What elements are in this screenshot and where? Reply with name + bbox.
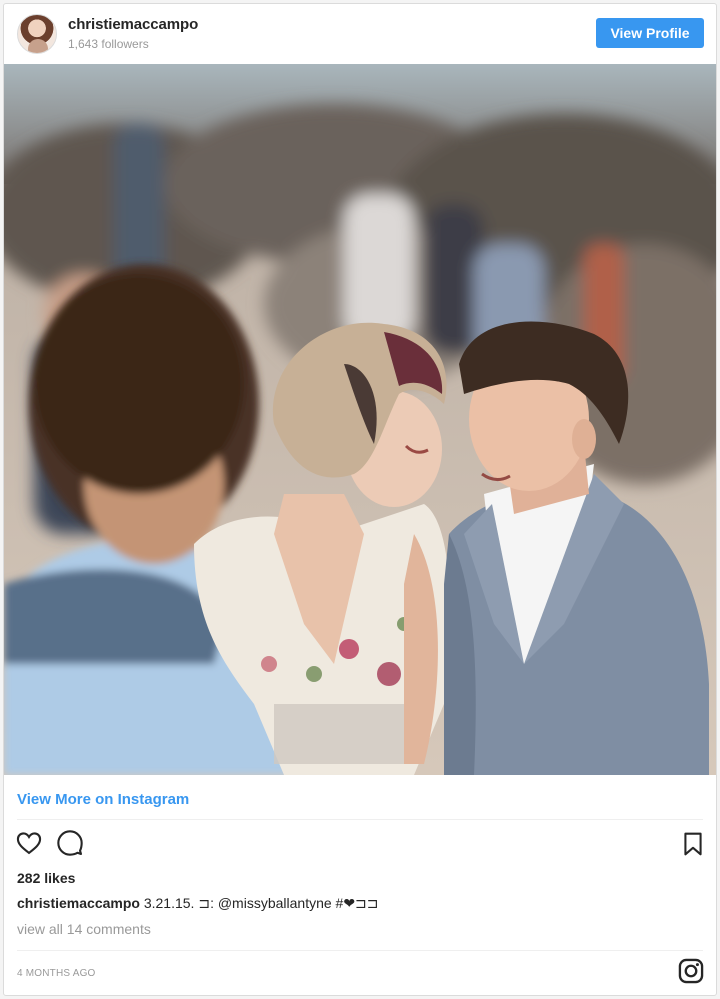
post-caption: christiemaccampo 3.21.15. ⊐: @missyballa… bbox=[17, 895, 379, 912]
wedding-photo bbox=[4, 64, 716, 775]
view-all-comments-link[interactable]: view all 14 comments bbox=[17, 921, 151, 937]
post-timestamp: 4 MONTHS AGO bbox=[17, 968, 96, 979]
instagram-logo-icon[interactable] bbox=[677, 957, 705, 985]
bookmark-icon[interactable] bbox=[680, 831, 708, 859]
username[interactable]: christiemaccampo bbox=[68, 16, 198, 33]
view-more-on-instagram-link[interactable]: View More on Instagram bbox=[17, 791, 189, 808]
post-header: christiemaccampo 1,643 followers View Pr… bbox=[4, 4, 716, 64]
divider bbox=[17, 950, 703, 951]
comment-icon[interactable] bbox=[56, 829, 84, 857]
followers-count: 1,643 followers bbox=[68, 37, 149, 51]
instagram-embed-card: christiemaccampo 1,643 followers View Pr… bbox=[3, 3, 717, 996]
view-profile-button[interactable]: View Profile bbox=[596, 18, 704, 48]
heart-icon[interactable] bbox=[15, 829, 43, 857]
divider bbox=[17, 819, 703, 820]
avatar[interactable] bbox=[17, 14, 57, 54]
post-photo[interactable] bbox=[4, 64, 716, 775]
caption-username[interactable]: christiemaccampo bbox=[17, 895, 140, 911]
likes-count[interactable]: 282 likes bbox=[17, 870, 75, 886]
caption-text: 3.21.15. ⊐: @missyballantyne #❤⊐⊐ bbox=[143, 895, 379, 911]
